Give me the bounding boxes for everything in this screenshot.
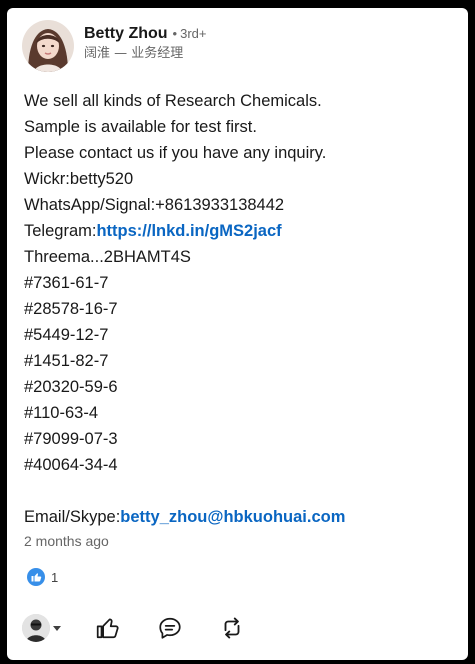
connection-degree: 3rd+ <box>180 26 207 41</box>
telegram-label: Telegram: <box>24 222 97 240</box>
reactions-summary[interactable]: 1 <box>27 568 58 586</box>
screenshot-frame: Betty Zhou • 3rd+ 阔淮 — 业务经理 We sell all … <box>0 0 475 664</box>
post-line: Sample is available for test first. <box>24 118 257 136</box>
author-avatar-image <box>22 20 74 72</box>
email-label: Email/Skype: <box>24 508 121 526</box>
post-card: Betty Zhou • 3rd+ 阔淮 — 业务经理 We sell all … <box>7 8 468 660</box>
like-icon <box>27 568 45 586</box>
reaction-count: 1 <box>51 569 59 585</box>
post-line: WhatsApp/Signal:+8613933138442 <box>24 196 285 214</box>
repost-icon[interactable] <box>216 612 248 644</box>
degree-separator: • <box>172 26 178 41</box>
author-headline: 阔淮 — 业务经理 <box>84 46 184 61</box>
cas-number: #5449-12-7 <box>24 326 109 344</box>
viewer-avatar <box>22 614 50 642</box>
chevron-down-icon <box>53 626 61 631</box>
cas-number: #28578-16-7 <box>24 300 118 318</box>
post-body: We sell all kinds of Research Chemicals.… <box>24 88 464 530</box>
comment-icon[interactable] <box>154 612 186 644</box>
cas-number: #20320-59-6 <box>24 378 118 396</box>
user-avatar-icon[interactable] <box>22 612 66 644</box>
like-icon[interactable] <box>92 612 124 644</box>
post-line: Please contact us if you have any inquir… <box>24 144 327 162</box>
threema-line: Threema...2BHAMT4S <box>24 248 191 266</box>
author-avatar[interactable] <box>22 20 74 72</box>
email-line: Email/Skype:betty_zhou@hbkuohuai.com <box>24 504 464 530</box>
telegram-link[interactable]: https://lnkd.in/gMS2jacf <box>96 222 281 240</box>
email-link[interactable]: betty_zhou@hbkuohuai.com <box>120 508 345 526</box>
author-info: Betty Zhou • 3rd+ 阔淮 — 业务经理 <box>84 20 207 63</box>
author-name-row: Betty Zhou • 3rd+ <box>84 24 207 44</box>
cas-number: #40064-34-4 <box>24 456 118 474</box>
cas-number: #79099-07-3 <box>24 430 118 448</box>
telegram-line: Telegram:https://lnkd.in/gMS2jacf <box>24 218 464 244</box>
post-actions <box>22 612 248 644</box>
post-line: We sell all kinds of Research Chemicals. <box>24 92 322 110</box>
post-timestamp: 2 months ago <box>24 533 109 549</box>
cas-number: #110-63-4 <box>24 404 99 422</box>
post-line: Wickr:betty520 <box>24 170 134 188</box>
author-name[interactable]: Betty Zhou <box>84 24 168 44</box>
cas-number: #1451-82-7 <box>24 352 109 370</box>
cas-number: #7361-61-7 <box>24 274 109 292</box>
post-header: Betty Zhou • 3rd+ 阔淮 — 业务经理 <box>22 20 207 72</box>
